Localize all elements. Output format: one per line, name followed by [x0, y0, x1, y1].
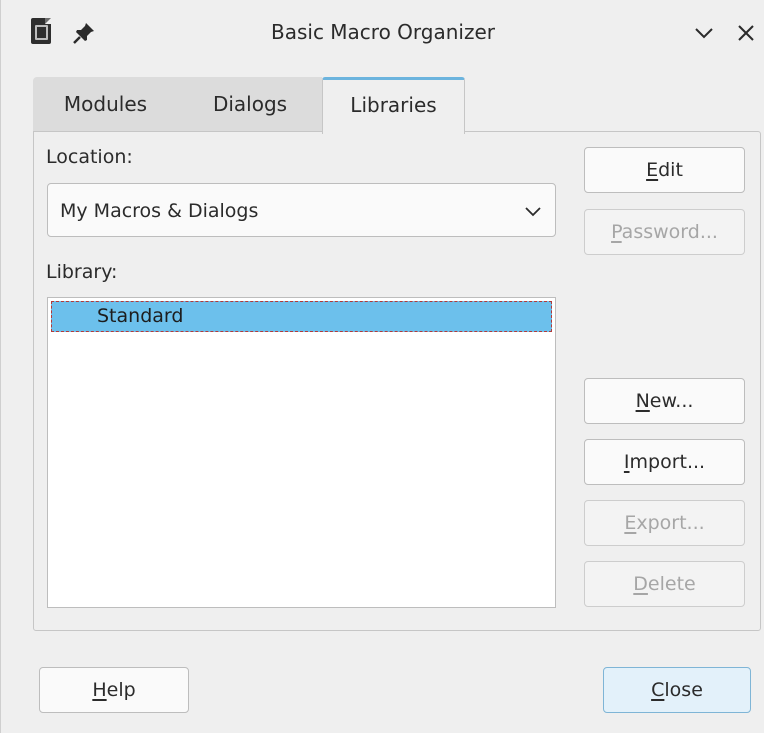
new-button[interactable]: New... [584, 378, 745, 424]
delete-label: elete [647, 573, 696, 595]
import-button[interactable]: Import... [584, 439, 745, 485]
library-list[interactable]: Standard [47, 297, 556, 608]
document-icon [31, 18, 51, 44]
help-button[interactable]: Help [39, 667, 189, 713]
new-label: ew... [649, 390, 694, 412]
close-button[interactable]: Close [603, 667, 751, 713]
delete-mnemonic: D [633, 573, 648, 595]
export-mnemonic: E [624, 512, 637, 534]
title-bar: Basic Macro Organizer [1, 0, 764, 64]
edit-button[interactable]: Edit [584, 147, 745, 193]
import-label: mport... [629, 451, 706, 473]
location-dropdown[interactable]: My Macros & Dialogs [47, 183, 556, 237]
export-button[interactable]: Export... [584, 500, 745, 546]
location-value: My Macros & Dialogs [60, 200, 259, 222]
password-mnemonic: P [611, 221, 622, 243]
chevron-down-icon[interactable] [691, 20, 717, 46]
close-mnemonic: C [651, 679, 665, 701]
help-label: elp [106, 679, 136, 701]
list-item[interactable]: Standard [51, 301, 552, 332]
location-label: Location: [46, 146, 133, 168]
password-label: assword... [621, 221, 718, 243]
close-icon[interactable] [733, 20, 759, 46]
edit-mnemonic: E [646, 159, 659, 181]
library-label: Library: [46, 261, 118, 283]
delete-button[interactable]: Delete [584, 561, 745, 607]
window-title: Basic Macro Organizer [270, 20, 495, 44]
tab-modules[interactable]: Modules [33, 77, 178, 132]
help-mnemonic: H [92, 679, 107, 701]
pin-icon[interactable] [71, 20, 97, 46]
tab-dialogs[interactable]: Dialogs [178, 77, 322, 132]
export-label: xport... [636, 512, 705, 534]
close-label: lose [664, 679, 703, 701]
edit-label: dit [658, 159, 683, 181]
new-mnemonic: N [635, 390, 650, 412]
tab-libraries[interactable]: Libraries [322, 77, 465, 134]
chevron-down-icon [523, 202, 543, 222]
dialog-window: Basic Macro Organizer Modules Dialogs Li… [0, 0, 764, 733]
password-button[interactable]: Password... [584, 209, 745, 255]
